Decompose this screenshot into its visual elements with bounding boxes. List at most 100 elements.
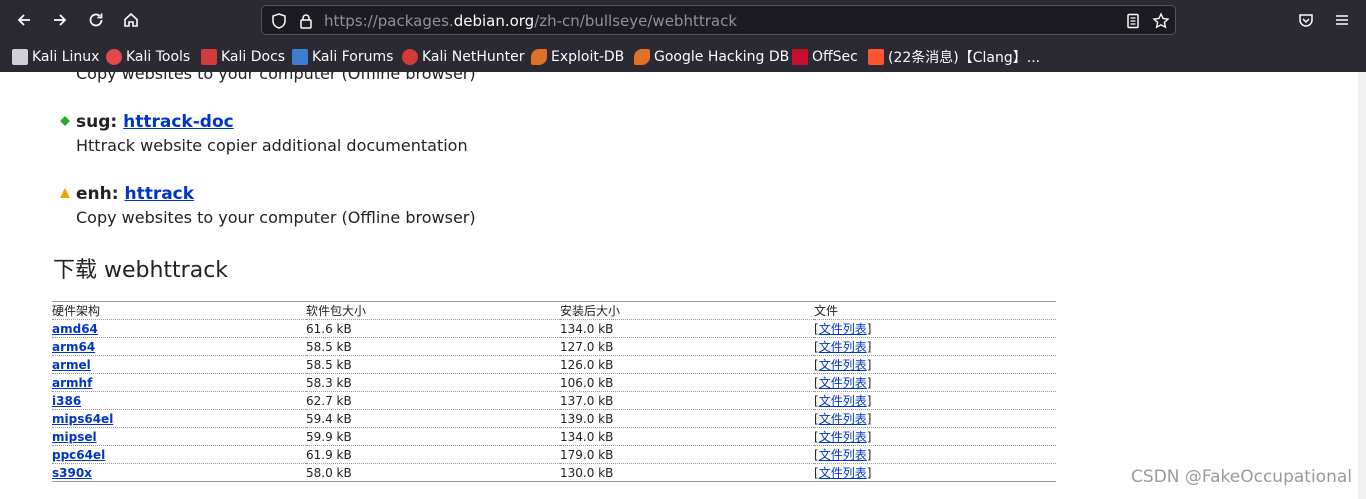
file-list-link[interactable]: 文件列表 <box>819 322 867 336</box>
files-cell: [文件列表] <box>814 463 1056 482</box>
bookmarks-toolbar: Kali Linux Kali Tools Kali Docs Kali For… <box>0 42 1366 72</box>
url-host: debian.org <box>453 12 535 30</box>
arch-cell: mipsel <box>52 427 306 446</box>
file-list-link[interactable]: 文件列表 <box>819 412 867 426</box>
shield-icon[interactable] <box>270 12 288 30</box>
file-list-link[interactable]: 文件列表 <box>819 358 867 372</box>
table-row: armhf 58.3 kB 106.0 kB [文件列表] <box>52 373 1056 392</box>
installed-size-cell: 130.0 kB <box>560 463 814 482</box>
file-list-link[interactable]: 文件列表 <box>819 430 867 444</box>
arch-link[interactable]: amd64 <box>52 322 98 336</box>
dependency-description: Httrack website copier additional docume… <box>76 136 468 155</box>
download-section-title: 下载 webhttrack <box>53 258 229 283</box>
file-list-link[interactable]: 文件列表 <box>819 376 867 390</box>
reader-view-icon[interactable] <box>1124 12 1142 30</box>
bookmark-kali-nethunter[interactable]: Kali NetHunter <box>402 47 524 67</box>
bookmark-label: Google Hacking DB <box>654 49 790 65</box>
dependency-kind: enh: httrack <box>76 184 194 204</box>
page-content: Copy websites to your computer (Offline … <box>0 72 1366 499</box>
table-row: amd64 61.6 kB 134.0 kB [文件列表] <box>52 319 1056 338</box>
bookmark-label: Kali Linux <box>32 49 100 65</box>
arrow-right-icon <box>54 14 67 26</box>
reload-button[interactable] <box>81 6 111 34</box>
arch-link[interactable]: armhf <box>52 376 92 390</box>
lock-icon[interactable] <box>297 12 315 30</box>
files-cell: [文件列表] <box>814 427 1056 446</box>
dependency-description: Copy websites to your computer (Offline … <box>76 72 476 83</box>
arch-link[interactable]: s390x <box>52 466 92 480</box>
ghdb-icon <box>634 49 650 65</box>
kali-forums-icon <box>292 49 308 65</box>
bookmark-label: (22条消息)【Clang】... <box>888 50 1041 66</box>
kali-dragon-icon <box>12 49 28 65</box>
file-list-link[interactable]: 文件列表 <box>819 466 867 480</box>
files-cell: [文件列表] <box>814 373 1056 392</box>
url-text[interactable]: https://packages.debian.org/zh-cn/bullse… <box>324 12 737 30</box>
bookmark-kali-forums[interactable]: Kali Forums <box>292 47 393 67</box>
table-row: s390x 58.0 kB 130.0 kB [文件列表] <box>52 463 1056 482</box>
bookmark-offsec[interactable]: OffSec <box>792 47 858 67</box>
arch-link[interactable]: ppc64el <box>52 448 105 462</box>
arch-link[interactable]: mips64el <box>52 412 113 426</box>
bookmark-kali-linux[interactable]: Kali Linux <box>12 47 99 67</box>
package-size-cell: 58.0 kB <box>306 463 560 482</box>
pocket-button[interactable] <box>1291 6 1321 34</box>
file-list-link[interactable]: 文件列表 <box>819 340 867 354</box>
bookmark-label: OffSec <box>812 49 858 65</box>
bookmark-label: Kali Forums <box>312 49 394 65</box>
url-path: /zh-cn/bullseye/webhttrack <box>534 12 738 30</box>
package-size-cell: 59.4 kB <box>306 409 560 428</box>
bookmark-label: Kali Docs <box>221 49 286 65</box>
files-cell: [文件列表] <box>814 355 1056 374</box>
nethunter-icon <box>402 49 418 65</box>
home-icon <box>124 12 138 27</box>
package-size-cell: 62.7 kB <box>306 391 560 410</box>
package-link-httrack[interactable]: httrack <box>124 184 194 204</box>
column-header-package-size: 软件包大小 <box>306 301 560 320</box>
installed-size-cell: 127.0 kB <box>560 337 814 356</box>
download-table: 硬件架构 软件包大小 安装后大小 文件 amd64 61.6 kB 134.0 kB… <box>52 301 1056 482</box>
arch-cell: mips64el <box>52 409 306 428</box>
installed-size-cell: 137.0 kB <box>560 391 814 410</box>
bookmark-star-icon[interactable] <box>1152 12 1170 30</box>
arch-link[interactable]: armel <box>52 358 91 372</box>
column-header-files: 文件 <box>814 301 1056 320</box>
bookmark-kali-docs[interactable]: Kali Docs <box>201 47 285 67</box>
menu-button[interactable] <box>1327 6 1357 34</box>
bookmark-csdn-clang[interactable]: (22条消息)【Clang】... <box>868 47 1040 67</box>
home-button[interactable] <box>116 6 146 34</box>
bookmark-kali-tools[interactable]: Kali Tools <box>106 47 190 67</box>
installed-size-cell: 106.0 kB <box>560 373 814 392</box>
package-link-httrack-doc[interactable]: httrack-doc <box>123 112 234 132</box>
arch-link[interactable]: i386 <box>52 394 81 408</box>
watermark-text: CSDN @FakeOccupational <box>1131 467 1352 487</box>
file-list-link[interactable]: 文件列表 <box>819 448 867 462</box>
file-list-link[interactable]: 文件列表 <box>819 394 867 408</box>
table-header-row: 硬件架构 软件包大小 安装后大小 文件 <box>52 301 1056 320</box>
arch-link[interactable]: arm64 <box>52 340 95 354</box>
back-button[interactable] <box>9 6 39 34</box>
files-cell: [文件列表] <box>814 445 1056 464</box>
files-cell: [文件列表] <box>814 319 1056 338</box>
bookmark-exploit-db[interactable]: Exploit-DB <box>531 47 624 67</box>
csdn-icon <box>868 49 884 65</box>
arch-link[interactable]: mipsel <box>52 430 97 444</box>
bookmark-google-hacking-db[interactable]: Google Hacking DB <box>634 47 789 67</box>
arrow-left-icon <box>17 14 30 26</box>
files-cell: [文件列表] <box>814 409 1056 428</box>
arch-cell: armel <box>52 355 306 374</box>
scrollbar[interactable] <box>1358 72 1366 499</box>
triangle-bullet-icon <box>60 188 70 198</box>
package-size-cell: 59.9 kB <box>306 427 560 446</box>
url-bar[interactable]: https://packages.debian.org/zh-cn/bullse… <box>261 5 1176 35</box>
installed-size-cell: 134.0 kB <box>560 319 814 338</box>
column-header-installed-size: 安装后大小 <box>560 301 814 320</box>
package-size-cell: 61.6 kB <box>306 319 560 338</box>
installed-size-cell: 139.0 kB <box>560 409 814 428</box>
browser-chrome: https://packages.debian.org/zh-cn/bullse… <box>0 0 1366 72</box>
offsec-icon <box>792 49 808 65</box>
reload-icon <box>89 13 103 27</box>
forward-button[interactable] <box>45 6 75 34</box>
bookmark-label: Exploit-DB <box>551 49 625 65</box>
table-row: arm64 58.5 kB 127.0 kB [文件列表] <box>52 337 1056 356</box>
